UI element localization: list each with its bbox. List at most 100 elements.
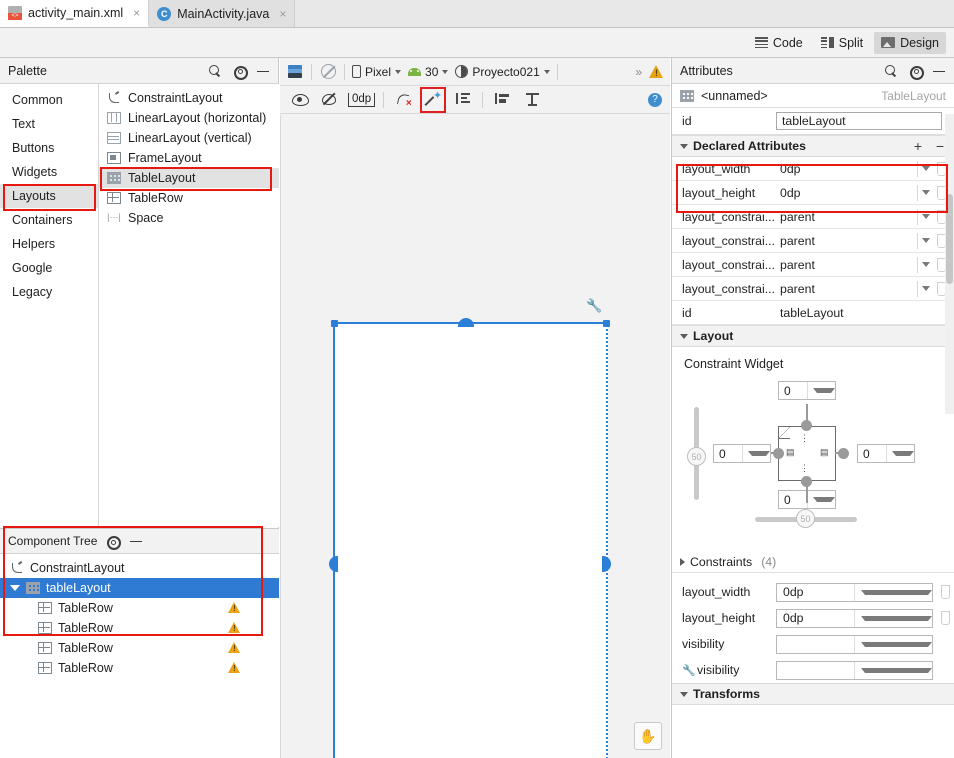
- dropdown-button[interactable]: [854, 583, 932, 601]
- tree-node-tablerow[interactable]: TableRow: [0, 658, 279, 678]
- property-row-layout-height[interactable]: layout_height 0dp: [672, 605, 954, 631]
- autoconnect-button[interactable]: [318, 89, 340, 111]
- pan-hand-icon[interactable]: ✋: [634, 722, 662, 750]
- palette-search-button[interactable]: [206, 62, 224, 80]
- palette-item-linearlayout-horizontal[interactable]: LinearLayout (horizontal): [99, 108, 279, 128]
- palette-category-containers[interactable]: Containers: [0, 208, 98, 232]
- toolbar-overflow-button[interactable]: »: [635, 65, 642, 79]
- dropdown-button[interactable]: [917, 256, 933, 273]
- palette-category-buttons[interactable]: Buttons: [0, 136, 98, 160]
- mode-button-code[interactable]: Code: [748, 32, 810, 54]
- dropdown-button[interactable]: [917, 184, 933, 201]
- component-tree-settings-button[interactable]: [103, 532, 122, 550]
- margin-right-input[interactable]: 0: [857, 444, 915, 463]
- wrench-icon[interactable]: 🔧: [586, 298, 602, 314]
- align-button[interactable]: [491, 89, 513, 111]
- property-row-layout-width[interactable]: layout_width 0dp: [672, 579, 954, 605]
- show-constraints-button[interactable]: [288, 89, 310, 111]
- mode-button-split[interactable]: Split: [814, 32, 870, 54]
- palette-category-layouts[interactable]: Layouts: [0, 184, 98, 208]
- dropdown-button[interactable]: [917, 232, 933, 249]
- attributes-scrollbar[interactable]: [945, 114, 954, 414]
- editor-tab-activity-main-xml[interactable]: activity_main.xml ×: [0, 0, 150, 27]
- property-input[interactable]: 0dp: [776, 582, 933, 602]
- margin-top-input[interactable]: 0: [778, 381, 836, 400]
- constraints-section-header[interactable]: Constraints (4): [672, 551, 954, 573]
- default-margin-button[interactable]: 0dp: [348, 92, 376, 107]
- attribute-value[interactable]: parent: [776, 210, 917, 224]
- attribute-row-layout-width[interactable]: layout_width 0dp: [672, 157, 954, 181]
- attribute-row-layout-height[interactable]: layout_height 0dp: [672, 181, 954, 205]
- palette-category-text[interactable]: Text: [0, 112, 98, 136]
- constraint-widget[interactable]: 0 0 0 0 ⋮ ⋮ ▤ ▤ 50 50: [672, 371, 954, 551]
- attribute-row-layout-constraint[interactable]: layout_constrai... parent: [672, 277, 954, 301]
- device-preview[interactable]: [333, 322, 608, 758]
- dropdown-button[interactable]: [741, 445, 770, 462]
- guidelines-button[interactable]: [452, 89, 474, 111]
- palette-category-common[interactable]: Common: [0, 88, 98, 112]
- mode-button-design[interactable]: Design: [874, 31, 946, 54]
- id-input[interactable]: tableLayout: [776, 112, 942, 130]
- attributes-settings-button[interactable]: [906, 62, 924, 80]
- dropdown-button[interactable]: [885, 445, 914, 462]
- attribute-value[interactable]: 0dp: [776, 186, 917, 200]
- spring-right-icon[interactable]: ▤: [820, 447, 828, 458]
- margin-left-input[interactable]: 0: [713, 444, 771, 463]
- constraint-anchor-right[interactable]: [602, 556, 611, 572]
- attribute-value[interactable]: parent: [776, 258, 917, 272]
- palette-item-tablerow[interactable]: TableRow: [99, 188, 279, 208]
- anchor-bottom[interactable]: [801, 476, 812, 487]
- dropdown-button[interactable]: [917, 208, 933, 225]
- anchor-left[interactable]: [773, 448, 784, 459]
- infer-constraints-button[interactable]: [420, 86, 447, 113]
- attributes-search-button[interactable]: [882, 62, 900, 80]
- help-icon[interactable]: ?: [648, 92, 662, 107]
- palette-category-legacy[interactable]: Legacy: [0, 280, 98, 304]
- dropdown-button[interactable]: [806, 491, 835, 508]
- property-input[interactable]: [776, 660, 933, 680]
- dropdown-button[interactable]: [854, 661, 932, 679]
- palette-category-helpers[interactable]: Helpers: [0, 232, 98, 256]
- design-canvas[interactable]: 🔧 ✋: [280, 115, 670, 758]
- close-icon[interactable]: ×: [133, 6, 140, 20]
- component-tree-minimize-button[interactable]: [127, 532, 145, 550]
- design-value-icon[interactable]: [941, 585, 950, 599]
- dropdown-button[interactable]: [806, 382, 835, 399]
- pack-button[interactable]: [521, 89, 543, 111]
- resize-handle-top-right[interactable]: [603, 320, 610, 327]
- palette-settings-button[interactable]: [230, 62, 248, 80]
- anchor-right[interactable]: [838, 448, 849, 459]
- layers-button[interactable]: [286, 63, 304, 81]
- palette-item-space[interactable]: Space: [99, 208, 279, 228]
- design-surface-toggle-button[interactable]: [319, 63, 337, 81]
- spring-left-icon[interactable]: ▤: [786, 447, 794, 458]
- device-selector[interactable]: Pixel: [352, 65, 402, 79]
- property-row-visibility[interactable]: visibility: [672, 631, 954, 657]
- property-input[interactable]: [776, 634, 933, 654]
- tree-node-tablelayout[interactable]: tableLayout: [0, 578, 279, 598]
- palette-category-widgets[interactable]: Widgets: [0, 160, 98, 184]
- vertical-bias-value[interactable]: 50: [687, 447, 706, 466]
- constraint-anchor-top[interactable]: [458, 318, 474, 327]
- horizontal-bias-value[interactable]: 50: [796, 509, 815, 528]
- palette-category-google[interactable]: Google: [0, 256, 98, 280]
- transforms-section-header[interactable]: Transforms: [672, 683, 954, 705]
- palette-item-constraintlayout[interactable]: ConstraintLayout: [99, 88, 279, 108]
- dropdown-button[interactable]: [854, 635, 932, 653]
- layout-section-header[interactable]: Layout: [672, 325, 954, 347]
- clear-constraints-button[interactable]: [392, 89, 414, 111]
- spring-top-icon[interactable]: ⋮: [800, 433, 809, 444]
- close-icon[interactable]: ×: [279, 7, 286, 21]
- palette-item-linearlayout-vertical[interactable]: LinearLayout (vertical): [99, 128, 279, 148]
- declared-attributes-section-header[interactable]: Declared Attributes + −: [672, 135, 954, 157]
- theme-selector[interactable]: Proyecto021: [455, 65, 550, 79]
- editor-tab-main-activity-java[interactable]: C MainActivity.java ×: [149, 0, 296, 27]
- design-value-icon[interactable]: [941, 611, 950, 625]
- constraint-anchor-left[interactable]: [329, 556, 338, 572]
- attribute-row-layout-constraint[interactable]: layout_constrai... parent: [672, 205, 954, 229]
- palette-item-tablelayout[interactable]: TableLayout: [99, 168, 279, 188]
- api-level-selector[interactable]: 30: [408, 65, 449, 79]
- attribute-value[interactable]: parent: [776, 234, 917, 248]
- resize-handle-top-left[interactable]: [331, 320, 338, 327]
- dropdown-button[interactable]: [917, 160, 933, 177]
